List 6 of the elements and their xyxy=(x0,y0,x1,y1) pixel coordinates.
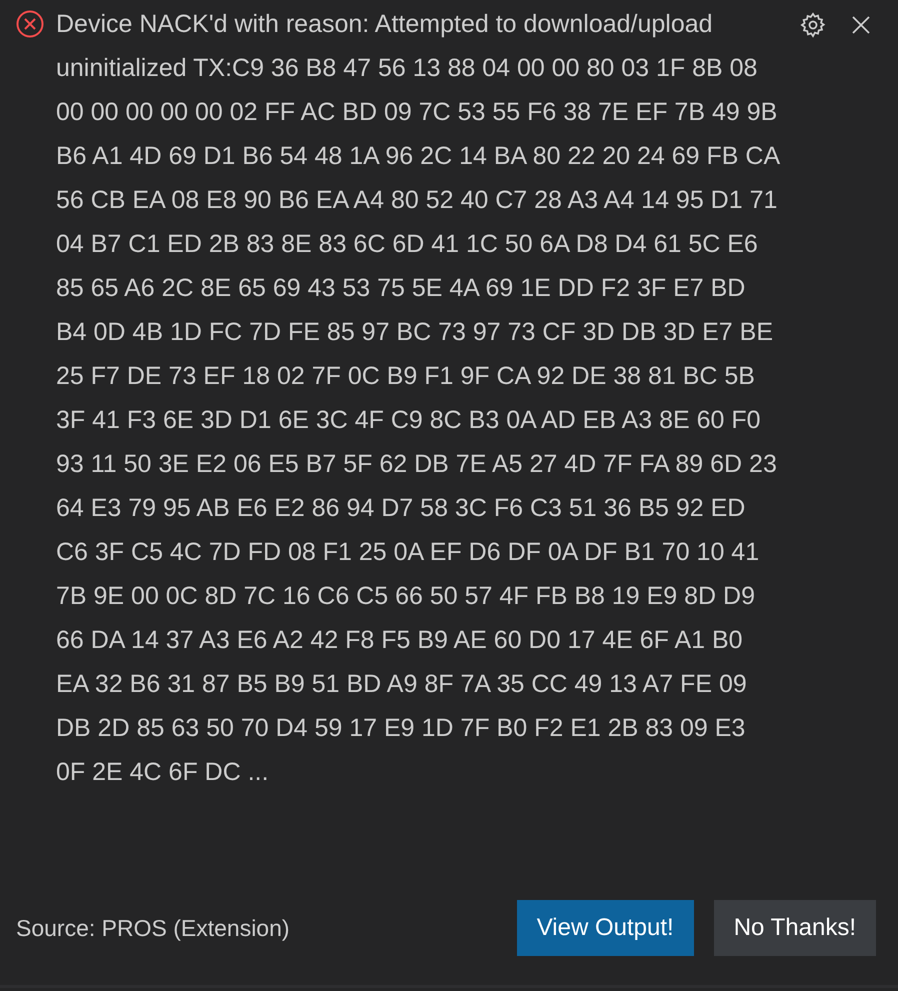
view-output-button[interactable]: View Output! xyxy=(516,900,694,956)
dismiss-button[interactable]: No Thanks! xyxy=(714,900,876,956)
error-icon xyxy=(16,10,44,38)
settings-icon[interactable] xyxy=(798,10,828,40)
notification-message: Device NACK'd with reason: Attempted to download/upload uninitialized TX:C9 36 B8 47 56 13 88 04 00 00 80 03 1F 8B 08 00 00 00 00 00 02 FF AC BD 09 7C 53 55 F6 38 7E EF 7B 49 9B B6 A1 4D 69 D1 B6 54 48 1A 96 2C 14 BA 80 22 20 24 69 FB CA 56 CB EA 08 E8 90 B6 EA A4 80 52 40 C7 28 A3 A4 14 95 D1 71 04 B7 C1 ED 2B 83 8E 83 6C 6D 41 1C 50 6A D8 D4 61 5C E6 85 65 A6 2C 8E 65 69 43 53 75 5E 4A 69 1E DD F2 3F E7 BD B4 0D 4B 1D FC 7D FE 85 97 BC 73 97 73 CF 3D DB 3D E7 BE 25 F7 DE 73 EF 18 02 7F 0C B9 F1 9F CA 92 DE 38 81 BC 5B 3F 41 F3 6E 3D D1 6E 3C 4F C9 8C B3 0A AD EB A3 8E 60 F0 93 11 50 3E E2 06 E5 B7 5F 62 DB 7E A5 27 4D 7F FA 89 6D 23 64 E3 79 95 AB E6 E2 86 94 D7 58 3C F6 C3 51 36 B5 92 ED C6 3F C5 4C 7D FD 08 F1 25 0A EF D6 DF 0A DF B1 70 10 41 7B 9E 00 0C 8D 7C 16 C6 C5 66 50 57 4F FB B8 19 E9 8D D9 66 DA 14 37 A3 E6 A2 42 F8 F5 B9 AE 60 D0 17 4E 6F A1 B0 EA 32 B6 31 87 B5 B9 51 BD A9 8F 7A 35 CC 49 13 A7 FE 09 DB 2D 85 63 50 70 D4 59 17 E9 1D 7F B0 F2 E1 2B 83 09 E3 0F 2E 4C 6F DC ... xyxy=(56,9,780,788)
source-label: Source: PROS (Extension) xyxy=(16,914,290,942)
